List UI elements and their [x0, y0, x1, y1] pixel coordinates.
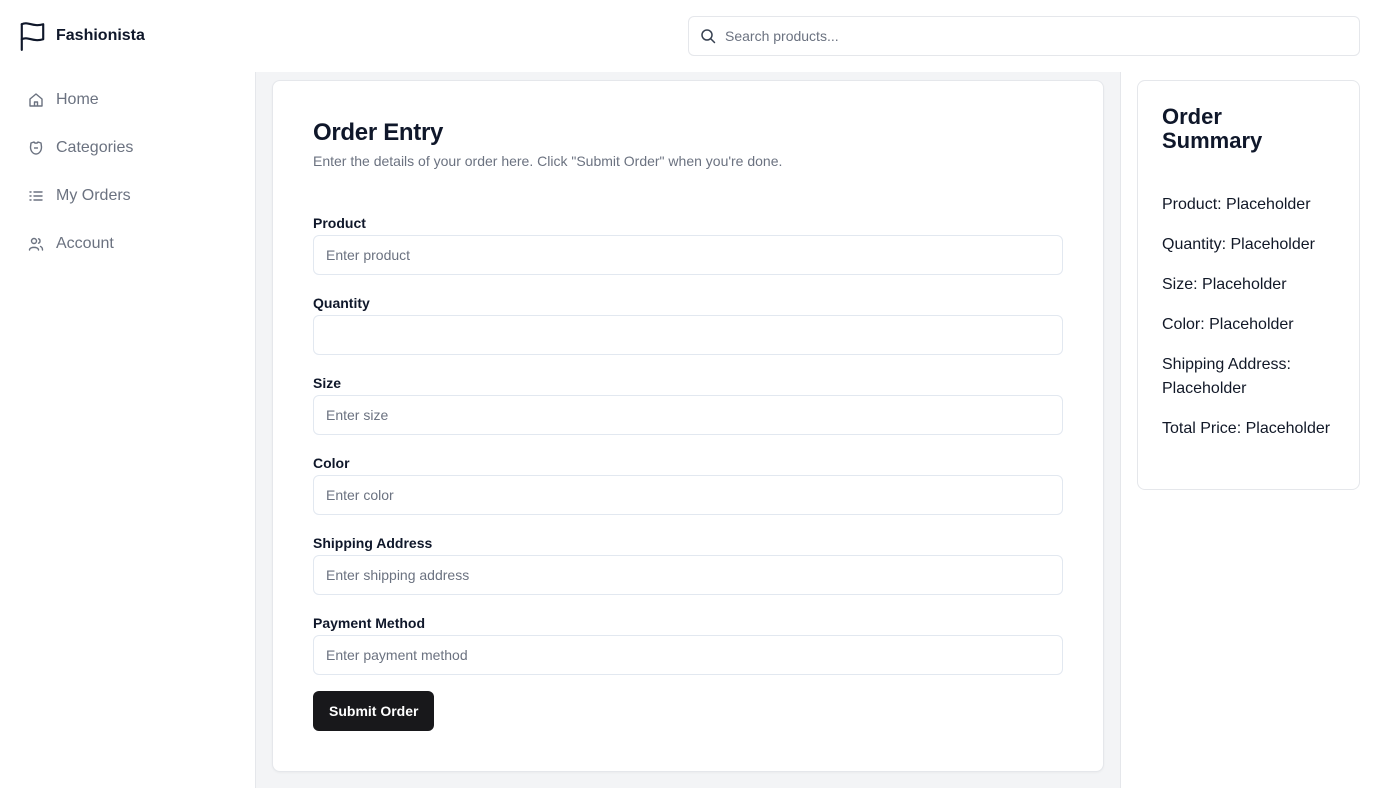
size-input[interactable] — [313, 395, 1063, 435]
sidebar-item-label: Account — [56, 235, 114, 252]
order-summary-card: Order Summary Product: Placeholder Quant… — [1137, 80, 1360, 490]
payment-method-input[interactable] — [313, 635, 1063, 675]
summary-product: Product: Placeholder — [1162, 196, 1311, 213]
page-title: Order Entry — [313, 119, 444, 146]
quantity-label: Quantity — [313, 295, 370, 311]
sidebar-item-my-orders[interactable]: My Orders — [28, 184, 131, 208]
sidebar-item-label: Home — [56, 91, 99, 108]
color-label: Color — [313, 455, 350, 471]
summary-shipping-address: Shipping Address: Placeholder — [1162, 356, 1291, 397]
users-icon — [28, 236, 44, 252]
summary-total-price: Total Price: Placeholder — [1162, 420, 1331, 437]
sidebar-item-home[interactable]: Home — [28, 88, 99, 112]
search-icon — [700, 28, 716, 44]
product-input[interactable] — [313, 235, 1063, 275]
shipping-address-input[interactable] — [313, 555, 1063, 595]
home-icon — [28, 92, 44, 108]
sidebar-item-categories[interactable]: Categories — [28, 136, 133, 160]
form-description: Enter the details of your order here. Cl… — [313, 153, 783, 169]
summary-title: Order Summary — [1162, 104, 1263, 153]
payment-method-label: Payment Method — [313, 615, 426, 631]
shirt-icon — [28, 140, 44, 156]
list-icon — [28, 188, 44, 204]
brand[interactable]: Fashionista — [19, 21, 145, 51]
submit-order-button[interactable]: Submit Order — [313, 691, 435, 731]
summary-color: Color: Placeholder — [1162, 316, 1294, 333]
summary-size: Size: Placeholder — [1162, 276, 1287, 293]
flag-icon — [19, 21, 46, 51]
search-input[interactable] — [725, 18, 1345, 54]
sidebar: Home Categories My Orders Account — [0, 72, 256, 788]
color-input[interactable] — [313, 475, 1063, 515]
quantity-input[interactable] — [313, 315, 1063, 355]
sidebar-item-label: Categories — [56, 139, 134, 156]
shipping-address-label: Shipping Address — [313, 535, 433, 551]
sidebar-item-label: My Orders — [56, 187, 131, 204]
size-label: Size — [313, 375, 342, 391]
sidebar-item-account[interactable]: Account — [28, 232, 114, 256]
product-label: Product — [313, 215, 366, 231]
search-bar — [688, 16, 1360, 56]
brand-name: Fashionista — [56, 27, 145, 44]
order-entry-card: Order Entry Enter the details of your or… — [272, 80, 1104, 772]
summary-quantity: Quantity: Placeholder — [1162, 236, 1315, 253]
